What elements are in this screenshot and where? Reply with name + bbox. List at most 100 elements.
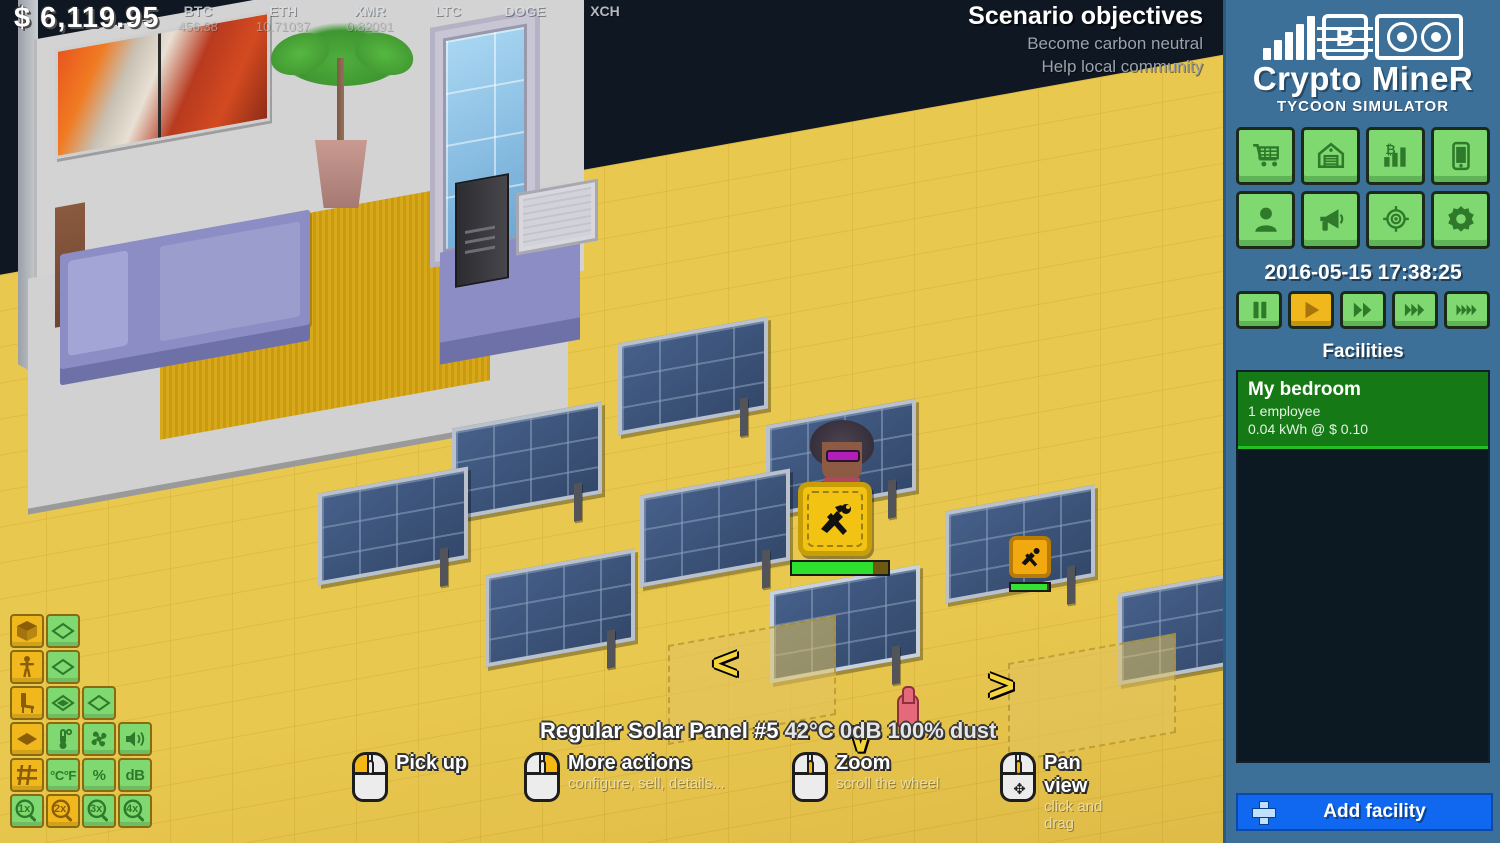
maintenance-icon[interactable] xyxy=(1009,536,1051,578)
person-icon xyxy=(20,656,34,678)
zoom-3x[interactable]: 3x xyxy=(82,794,116,828)
overlay-noise[interactable] xyxy=(118,722,152,756)
ticker-value: 10.71037 xyxy=(255,19,311,34)
hint-text: Zoom scroll the wheel xyxy=(836,752,939,792)
mouse-wheel xyxy=(807,760,814,775)
overlay-grid[interactable] xyxy=(10,758,44,792)
toolbar-button-label: 3x xyxy=(90,803,103,815)
selected-object-dust: 100% dust xyxy=(887,718,997,743)
add-facility-button[interactable]: Add facility xyxy=(1236,793,1493,831)
gpu-fan-icon xyxy=(1387,22,1417,52)
play-button[interactable] xyxy=(1288,291,1334,329)
toolbar-button-label: dB xyxy=(125,766,146,784)
magnifier-icon: 4x xyxy=(122,798,148,824)
zoom-2x[interactable]: 2x xyxy=(46,794,80,828)
hint-sub: configure, sell, details... xyxy=(568,775,725,792)
solar-panel-leg xyxy=(607,629,615,669)
pc-tower[interactable] xyxy=(455,173,509,288)
marketing-button[interactable] xyxy=(1301,191,1360,249)
maintenance-progress-bar xyxy=(790,560,890,576)
overlay-outline-toggle[interactable] xyxy=(82,686,116,720)
thermometer-icon xyxy=(59,728,73,749)
view-ground-toggle[interactable] xyxy=(46,650,80,684)
diamond-filled-icon xyxy=(51,694,75,712)
grid-icon xyxy=(17,765,37,785)
bitcoin-chart-icon: ₿ xyxy=(1383,142,1406,167)
speed-4x-button[interactable] xyxy=(1444,291,1490,329)
employees-button[interactable] xyxy=(1236,191,1295,249)
objective-item: Help local community xyxy=(1041,57,1203,76)
hint-more-actions: More actions configure, sell, details... xyxy=(524,752,725,802)
unit-celsius-fahrenheit[interactable]: °C°F xyxy=(46,758,80,792)
unit-percent[interactable]: % xyxy=(82,758,116,792)
ticker-symbol: ETH xyxy=(269,3,297,19)
facilities-list[interactable]: My bedroom 1 employee 0.04 kWh @ $ 0.10 xyxy=(1236,370,1490,763)
pause-button[interactable] xyxy=(1236,291,1282,329)
zoom-1x[interactable]: 1x xyxy=(10,794,44,828)
gear-icon xyxy=(1447,206,1474,232)
facility-list-item[interactable]: My bedroom 1 employee 0.04 kWh @ $ 0.10 xyxy=(1238,372,1488,449)
view-people-toggle[interactable] xyxy=(10,650,44,684)
view-furniture-toggle[interactable] xyxy=(10,686,44,720)
ticker-symbol: BTC xyxy=(183,3,213,19)
pc-monitor[interactable] xyxy=(516,178,598,256)
speed-3x-button[interactable] xyxy=(1392,291,1438,329)
overlay-temperature[interactable] xyxy=(46,722,80,756)
facilities-button[interactable] xyxy=(1301,127,1360,185)
diamond-outline-icon xyxy=(87,694,111,712)
mouse-wheel xyxy=(367,760,374,775)
ticker-eth: ETH 10.71037 xyxy=(243,3,323,34)
zoom-4x[interactable]: 4x xyxy=(118,794,152,828)
market-button[interactable]: ₿ xyxy=(1366,127,1425,185)
bar-chart-icon xyxy=(1263,16,1315,60)
game-world-viewport[interactable]: < > ∨ $ 6,119.95 BTC 456.38 ETH 10.71037 XMR… xyxy=(0,0,1223,843)
select-previous-arrow[interactable]: < xyxy=(712,640,739,686)
toolbar-row xyxy=(10,650,152,684)
smartphone-icon xyxy=(1451,141,1470,171)
mouse-hints: Pick up More actions configure, sell, de… xyxy=(352,752,1112,832)
ticker-value: 0.82091 xyxy=(346,19,394,34)
pan-arrows-icon: ✥ xyxy=(1013,781,1026,798)
magnifier-icon: 2x xyxy=(50,798,76,824)
ticker-value: 456.38 xyxy=(178,19,218,34)
game-clock: 2016-05-15 17:38:25 xyxy=(1264,261,1462,284)
bed-sheet xyxy=(160,221,300,342)
ff4-icon xyxy=(1456,304,1477,316)
ticker-xch: XCH xyxy=(565,3,645,19)
hint-text: Pick up xyxy=(396,752,467,775)
mouse-icon xyxy=(524,752,560,802)
maintenance-icon[interactable] xyxy=(798,482,872,556)
speed-2x-button[interactable] xyxy=(1340,291,1386,329)
objectives-title: Scenario objectives xyxy=(968,2,1203,30)
select-next-arrow[interactable]: > xyxy=(988,662,1015,708)
overlay-airflow[interactable] xyxy=(82,722,116,756)
megaphone-icon xyxy=(1319,209,1343,231)
bitcoin-letter: B xyxy=(1335,21,1355,52)
nav-icon-grid[interactable]: ₿ xyxy=(1226,117,1500,253)
person-icon xyxy=(1254,207,1277,232)
ticker-xmr: XMR 0.82091 xyxy=(330,3,410,34)
facility-employees: 1 employee xyxy=(1248,403,1321,419)
solar-panel-leg xyxy=(740,397,748,437)
selected-object-info: Regular Solar Panel #5 42°C 0dB 100% dus… xyxy=(540,718,996,744)
shop-button[interactable] xyxy=(1236,127,1295,185)
view-floor-toggle[interactable] xyxy=(10,722,44,756)
speaker-icon xyxy=(126,731,145,747)
ticker-symbol: XMR xyxy=(354,3,386,19)
facility-my-bedroom[interactable] xyxy=(10,0,660,509)
toolbar-button-label: 2x xyxy=(54,803,67,815)
diamond-outline-icon xyxy=(51,622,75,640)
selected-object-noise: 0dB xyxy=(839,718,882,743)
hint-text: Pan view click and drag xyxy=(1044,752,1112,832)
speed-controls[interactable] xyxy=(1226,285,1500,329)
unit-decibel[interactable]: dB xyxy=(118,758,152,792)
view-terrain-toggle[interactable] xyxy=(46,614,80,648)
game-logo: B Crypto MineR TYCOON SIMULATOR xyxy=(1226,0,1500,117)
settings-button[interactable] xyxy=(1431,191,1490,249)
fan-icon xyxy=(91,731,107,747)
objectives-button[interactable] xyxy=(1366,191,1425,249)
view-toolbar[interactable]: °C°F% dB 1x 2x 3x 4x xyxy=(10,614,152,830)
overlay-filled-toggle[interactable] xyxy=(46,686,80,720)
phone-button[interactable] xyxy=(1431,127,1490,185)
view-buildings-toggle[interactable] xyxy=(10,614,44,648)
